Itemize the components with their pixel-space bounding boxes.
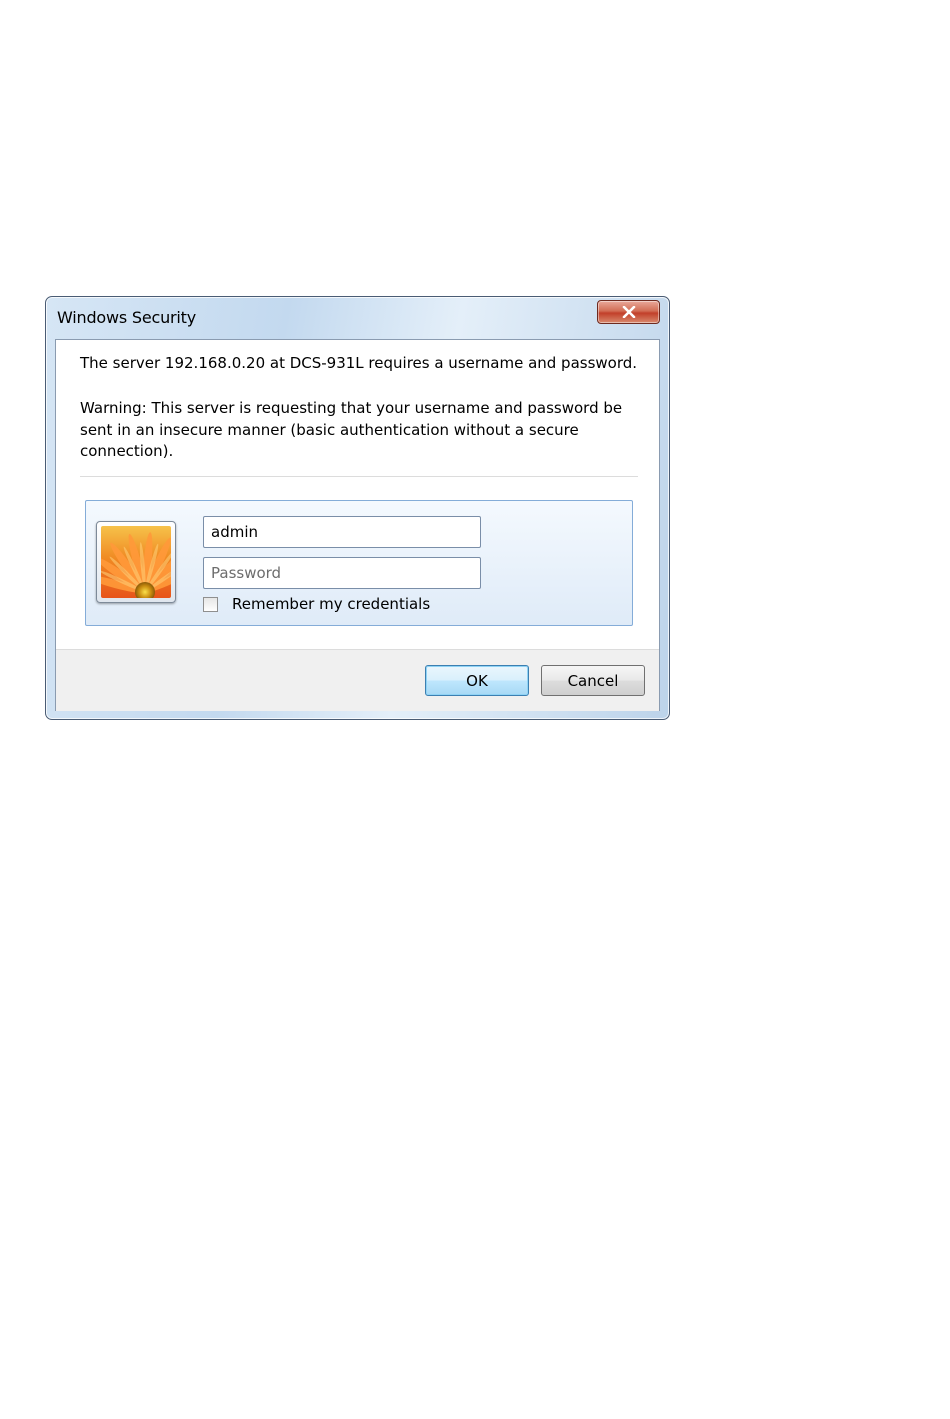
user-tile-flower-icon [101,526,171,598]
cancel-button[interactable]: Cancel [541,665,645,696]
dialog-content: The server 192.168.0.20 at DCS-931L requ… [55,339,660,711]
dialog-footer: OK Cancel [56,649,659,711]
window-title: Windows Security [57,308,197,327]
close-button[interactable] [597,300,660,324]
server-prompt-text: The server 192.168.0.20 at DCS-931L requ… [80,354,638,372]
user-avatar [96,521,176,603]
page: Windows Security The server 192.168.0.20… [0,0,950,1419]
security-warning-text: Warning: This server is requesting that … [80,399,623,460]
password-field[interactable] [203,557,481,589]
windows-security-dialog: Windows Security The server 192.168.0.20… [45,296,670,720]
remember-credentials-label: Remember my credentials [232,595,431,613]
ok-button[interactable]: OK [425,665,529,696]
username-field[interactable] [203,516,481,548]
credential-tile: Remember my credentials [85,500,633,626]
remember-checkbox[interactable] [203,596,218,612]
remember-credentials-option[interactable]: Remember my credentials [203,595,430,613]
separator [80,476,638,477]
close-x-icon [622,306,635,318]
